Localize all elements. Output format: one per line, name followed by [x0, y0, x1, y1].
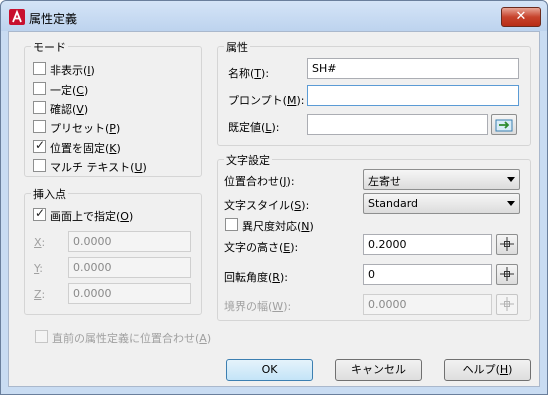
align-below-label[interactable]: 直前の属性定義に位置合わせ(A) [52, 330, 211, 346]
boundary-width-input[interactable]: 0.0000 [363, 294, 492, 315]
prompt-label: プロンプト(M): [228, 94, 305, 107]
constant-checkbox[interactable] [33, 82, 46, 95]
preset-label[interactable]: プリセット(P) [50, 120, 120, 136]
insert-field-icon [495, 119, 513, 132]
multiline-checkbox[interactable] [33, 159, 46, 172]
annotative-label[interactable]: 異尺度対応(N) [242, 218, 314, 234]
attribute-definition-dialog: 属性定義 ✕ モード 非表示(I) 一定(C) 確認(V) プリセット(P) 位… [0, 0, 548, 395]
text-style-label: 文字スタイル(S): [224, 199, 310, 212]
rotation-input[interactable]: 0 [363, 264, 492, 285]
attribute-group-title: 属性 [224, 39, 250, 55]
invisible-label[interactable]: 非表示(I) [50, 62, 95, 78]
chevron-down-icon [507, 201, 515, 206]
insertion-point-group-title: 挿入点 [31, 186, 68, 202]
text-style-value: Standard [368, 197, 419, 210]
text-style-dropdown[interactable]: Standard [363, 193, 520, 214]
help-button[interactable]: ヘルプ(H) [444, 359, 531, 381]
default-value-input[interactable] [307, 114, 488, 135]
default-value-label: 既定値(L): [228, 121, 280, 134]
annotative-checkbox[interactable] [225, 218, 238, 231]
rotation-label: 回転角度(R): [224, 271, 288, 284]
lock-position-label[interactable]: 位置を固定(K) [50, 140, 121, 156]
preset-checkbox[interactable] [33, 120, 46, 133]
autocad-logo-icon [9, 9, 25, 25]
verify-label[interactable]: 確認(V) [50, 101, 88, 117]
align-below-checkbox[interactable] [35, 330, 48, 343]
z-field[interactable]: 0.0000 [68, 283, 191, 304]
dialog-body: モード 非表示(I) 一定(C) 確認(V) プリセット(P) 位置を固定(K)… [8, 31, 540, 387]
title-bar[interactable]: 属性定義 ✕ [1, 1, 547, 31]
chevron-down-icon [507, 177, 515, 182]
justify-value: 左寄せ [368, 175, 401, 188]
ok-button[interactable]: OK [226, 359, 313, 381]
verify-checkbox[interactable] [33, 101, 46, 114]
tag-label: 名称(T): [228, 67, 270, 80]
boundary-width-label: 境界の幅(W): [224, 300, 292, 313]
specify-onscreen-checkbox[interactable] [33, 206, 46, 221]
text-height-input[interactable]: 0.2000 [363, 234, 492, 255]
pick-height-button[interactable] [496, 234, 518, 255]
pick-width-button[interactable] [496, 294, 518, 315]
y-field[interactable]: 0.0000 [68, 257, 191, 278]
prompt-input[interactable] [307, 85, 519, 106]
lock-position-checkbox[interactable] [33, 138, 46, 153]
pick-rotation-button[interactable] [496, 264, 518, 285]
insert-field-button[interactable] [491, 114, 517, 135]
close-button[interactable]: ✕ [501, 7, 541, 27]
text-height-label: 文字の高さ(E): [224, 241, 299, 254]
specify-onscreen-label[interactable]: 画面上で指定(O) [50, 208, 133, 224]
tag-input[interactable]: SH# [307, 58, 519, 79]
constant-label[interactable]: 一定(C) [50, 82, 88, 98]
z-label: Z: [34, 288, 46, 301]
crosshair-icon [500, 237, 514, 251]
multiline-label[interactable]: マルチ テキスト(U) [50, 159, 147, 175]
text-settings-group-title: 文字設定 [224, 152, 272, 168]
x-label: X: [34, 236, 46, 249]
mode-group-title: モード [31, 39, 68, 55]
window-title: 属性定義 [29, 12, 78, 26]
justify-dropdown[interactable]: 左寄せ [363, 169, 520, 190]
x-field[interactable]: 0.0000 [68, 231, 191, 252]
invisible-checkbox[interactable] [33, 62, 46, 75]
cancel-button[interactable]: キャンセル [335, 359, 422, 381]
crosshair-icon [500, 297, 514, 311]
crosshair-icon [500, 267, 514, 281]
justify-label: 位置合わせ(J): [224, 175, 295, 188]
y-label: Y: [34, 262, 43, 275]
